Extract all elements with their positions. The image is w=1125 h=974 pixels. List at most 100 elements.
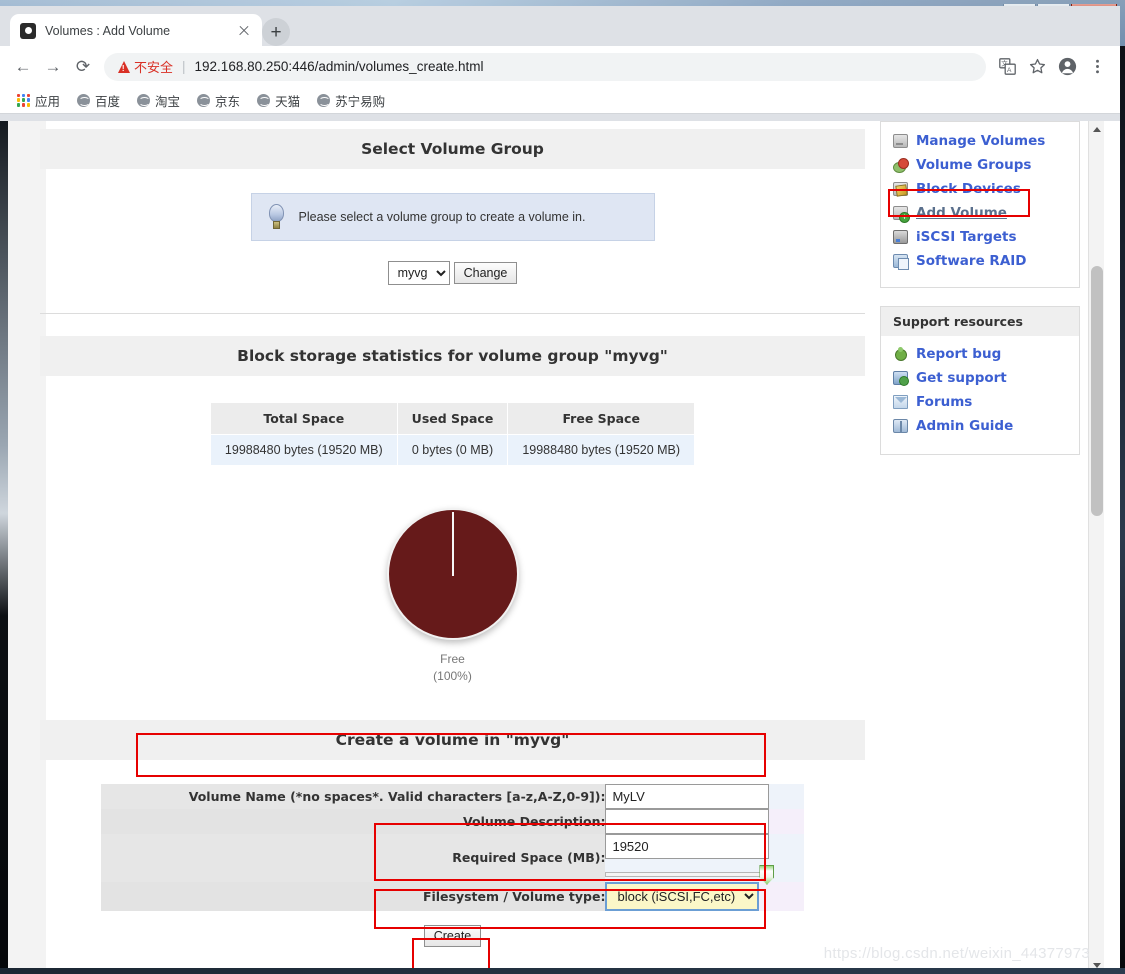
volume-group-hint: Please select a volume group to create a…: [250, 193, 655, 241]
forward-button[interactable]: →: [38, 52, 68, 82]
sidebar-item-label: Admin Guide: [916, 418, 1014, 434]
statistics-title: Block storage statistics for volume grou…: [40, 336, 865, 376]
filesystem-type-label: Filesystem / Volume type:: [101, 881, 606, 911]
back-button[interactable]: ←: [8, 52, 38, 82]
main-content: Select Volume Group Please select a volu…: [40, 121, 865, 947]
bookmark-tmall[interactable]: 天猫: [250, 89, 307, 112]
pie-start-angle-marker: [451, 512, 454, 576]
translate-icon[interactable]: 文 A: [992, 52, 1022, 82]
page-scrollbar[interactable]: [1088, 121, 1104, 974]
select-volume-group-title: Select Volume Group: [40, 129, 865, 169]
create-volume-section: Create a volume in "myvg" Volume Name (*…: [40, 719, 865, 947]
total-space-value: 19988480 bytes (19520 MB): [209, 434, 398, 466]
volumes-favicon: [20, 22, 36, 39]
bookmark-label: 京东: [215, 94, 241, 109]
sidebar-item-software-raid[interactable]: Software RAID: [881, 249, 1079, 273]
chrome-menu-icon[interactable]: [1082, 52, 1112, 82]
add-volume-icon: [893, 206, 910, 223]
sidebar-item-label: Volume Groups: [916, 157, 1032, 173]
url-text: 192.168.80.250:446/admin/volumes_create.…: [194, 59, 484, 74]
sidebar-item-add-volume[interactable]: Add Volume: [881, 201, 1079, 225]
chrome-browser-window: Volumes : Add Volume + ← → ⟳ 不安全 | 192.1…: [0, 6, 1120, 974]
column-header: Used Space: [396, 402, 509, 435]
address-bar[interactable]: 不安全 | 192.168.80.250:446/admin/volumes_c…: [104, 52, 986, 81]
sidebar-item-forums[interactable]: Forums: [881, 390, 1079, 414]
close-tab-icon[interactable]: [236, 23, 252, 39]
sidebar-item-label: Manage Volumes: [916, 133, 1046, 149]
bookmark-taobao[interactable]: 淘宝: [130, 89, 187, 112]
bookmark-baidu[interactable]: 百度: [70, 89, 127, 112]
sidebar-item-admin-guide[interactable]: Admin Guide: [881, 414, 1079, 438]
create-volume-form: Volume Name (*no spaces*. Valid characte…: [101, 783, 804, 911]
sidebar-item-block-devices[interactable]: Block Devices: [881, 177, 1079, 201]
reload-button[interactable]: ⟳: [68, 52, 98, 82]
bookmark-label: 淘宝: [155, 94, 181, 109]
required-space-input[interactable]: [605, 833, 770, 859]
browser-tab[interactable]: Volumes : Add Volume: [10, 14, 262, 47]
page-left-edge: [0, 121, 8, 974]
column-header: Total Space: [209, 402, 398, 435]
volume-name-input[interactable]: [605, 783, 770, 809]
pie-slice-free: [386, 508, 519, 640]
form-row-required-space: Required Space (MB):: [101, 833, 804, 885]
tab-strip: Volumes : Add Volume +: [0, 6, 1120, 47]
bookmark-jd[interactable]: 京东: [190, 89, 247, 112]
statistics-table: Total Space Used Space Free Space 199884…: [209, 402, 696, 466]
required-space-label: Required Space (MB):: [101, 833, 606, 882]
filesystem-type-select[interactable]: block (iSCSI,FC,etc): [605, 881, 760, 911]
create-button[interactable]: Create: [423, 924, 482, 947]
sidebar-item-report-bug[interactable]: Report bug: [881, 342, 1079, 366]
bookmark-star-icon[interactable]: [1022, 52, 1052, 82]
bookmark-label: 应用: [35, 94, 61, 109]
bookmark-apps[interactable]: 应用: [10, 89, 67, 112]
new-tab-button[interactable]: +: [262, 18, 290, 46]
svg-text:A: A: [1007, 67, 1012, 74]
pie-legend-percent: (100%): [433, 669, 472, 684]
block-device-icon: [893, 182, 908, 196]
sidebar-item-iscsi-targets[interactable]: iSCSI Targets: [881, 225, 1079, 249]
create-button-row: Create: [40, 924, 865, 947]
warning-triangle-icon: [118, 60, 130, 73]
sidebar-item-manage-volumes[interactable]: Manage Volumes: [881, 129, 1079, 153]
sidebar-item-label: Report bug: [916, 346, 1002, 362]
not-secure-badge[interactable]: 不安全: [118, 57, 173, 76]
sidebar-item-label: Get support: [916, 370, 1007, 386]
pie-legend-label: Free: [440, 652, 465, 666]
profile-avatar-icon[interactable]: [1052, 52, 1082, 82]
admin-guide-icon: [893, 419, 908, 433]
column-header: Free Space: [507, 402, 696, 435]
volume-group-select[interactable]: myvg: [387, 261, 450, 285]
volumes-menu-card: Manage Volumes Volume Groups Block Devic…: [880, 121, 1080, 288]
table-row: 19988480 bytes (19520 MB) 0 bytes (0 MB)…: [209, 434, 696, 466]
change-button[interactable]: Change: [453, 262, 518, 284]
hint-text: Please select a volume group to create a…: [298, 210, 586, 224]
required-space-slider[interactable]: [605, 864, 775, 885]
sidebar-item-label: iSCSI Targets: [916, 229, 1017, 245]
right-sidebar: Manage Volumes Volume Groups Block Devic…: [880, 121, 1080, 473]
volume-group-icon: [893, 158, 909, 173]
bookmark-label: 天猫: [275, 94, 301, 109]
sidebar-item-volume-groups[interactable]: Volume Groups: [881, 153, 1079, 177]
sidebar-item-label: Software RAID: [916, 253, 1027, 269]
bookmark-label: 百度: [95, 94, 121, 109]
scrollbar-thumb[interactable]: [1091, 266, 1103, 516]
globe-icon: [197, 93, 211, 107]
support-resources-title: Support resources: [881, 307, 1079, 336]
bookmarks-bar: 应用 百度 淘宝 京东 天猫 苏宁易购: [0, 87, 1120, 114]
pie-chart-legend: Free (100%): [40, 651, 865, 686]
storage-pie-chart: Free (100%): [40, 508, 865, 686]
sidebar-item-get-support[interactable]: Get support: [881, 366, 1079, 390]
support-resources-card: Support resources Report bug Get support…: [880, 306, 1080, 455]
globe-icon: [317, 93, 331, 107]
bookmark-suning[interactable]: 苏宁易购: [310, 89, 392, 112]
required-space-field-cell: [605, 833, 804, 885]
scroll-up-arrow-icon[interactable]: [1089, 121, 1105, 138]
block-storage-statistics-section: Block storage statistics for volume grou…: [40, 336, 865, 686]
form-row-volume-name: Volume Name (*no spaces*. Valid characte…: [101, 783, 804, 809]
desktop-bottom-strip: [0, 968, 1125, 974]
sidebar-item-label: Forums: [916, 394, 973, 410]
volume-name-field-cell: [605, 783, 804, 809]
not-secure-label: 不安全: [134, 60, 174, 75]
free-space-value: 19988480 bytes (19520 MB): [507, 434, 696, 466]
volume-description-input[interactable]: [605, 808, 770, 834]
